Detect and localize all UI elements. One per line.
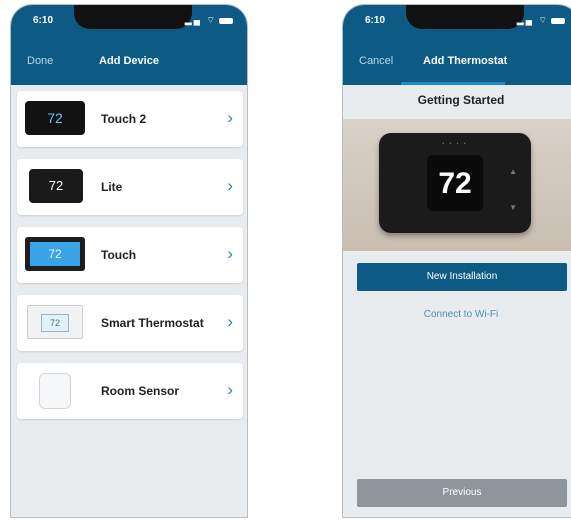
lite-thumb-temp: 72	[29, 169, 83, 203]
device-name: Room Sensor	[101, 384, 180, 398]
signal-wifi-battery-icons: ▂▄ ⌔	[185, 15, 233, 26]
previous-button[interactable]: Previous	[357, 479, 567, 507]
page-title: Add Device	[99, 55, 159, 67]
device-item-room-sensor[interactable]: Room Sensor ›	[17, 363, 243, 419]
touch-thumb-temp: 72	[30, 242, 80, 266]
room-sensor-thumbnail	[25, 373, 85, 409]
device-item-lite[interactable]: 72 Lite ›	[17, 159, 243, 215]
add-device-phone: 6:10 ▂▄ ⌔ Done Add Device 72 Touch 2 › 7…	[10, 4, 248, 518]
status-time: 6:10	[365, 15, 386, 26]
smart-thermostat-thumb-temp: 72	[41, 314, 69, 332]
device-item-smart-thermostat[interactable]: 72 Smart Thermostat ›	[17, 295, 243, 351]
device-item-touch[interactable]: 72 Touch ›	[17, 227, 243, 283]
device-name: Touch 2	[101, 112, 147, 126]
chevron-right-icon: ›	[227, 312, 233, 331]
chevron-right-icon: ›	[227, 108, 233, 127]
active-tab-indicator	[401, 82, 505, 85]
status-bar: 6:10 ▂▄ ⌔	[11, 5, 247, 35]
touch-thumbnail: 72	[25, 237, 85, 273]
page-title: Add Thermostat	[423, 55, 508, 67]
add-thermostat-phone: 6:10 ▂▄ ⌔ Cancel Add Thermostat Getting …	[342, 4, 571, 518]
signal-wifi-battery-icons: ▂▄ ⌔	[517, 15, 565, 26]
device-item-touch-2[interactable]: 72 Touch 2 ›	[17, 91, 243, 147]
thermostat-device: • • • • 72 ▲ ▼	[379, 133, 531, 233]
connect-to-wifi-link[interactable]: Connect to Wi-Fi	[343, 309, 571, 320]
getting-started-heading: Getting Started	[417, 93, 505, 107]
chevron-right-icon: ›	[227, 380, 233, 399]
device-temp: 72	[438, 167, 472, 200]
touch-2-thumb-temp: 72	[25, 101, 85, 135]
device-brand-mark: • • • •	[442, 141, 468, 147]
device-name: Lite	[101, 180, 123, 194]
touch-2-thumbnail: 72	[25, 101, 85, 137]
notch	[74, 5, 192, 29]
chevron-right-icon: ›	[227, 176, 233, 195]
device-name: Touch	[101, 248, 137, 262]
cancel-button[interactable]: Cancel	[359, 55, 393, 67]
smart-thermostat-thumbnail: 72	[25, 305, 85, 341]
status-bar: 6:10 ▂▄ ⌔	[343, 5, 571, 35]
new-installation-button[interactable]: New Installation	[357, 263, 567, 291]
status-time: 6:10	[33, 15, 54, 26]
nav-bar: Cancel Add Thermostat	[343, 35, 571, 85]
device-name: Smart Thermostat	[101, 316, 204, 330]
lite-thumbnail: 72	[25, 169, 85, 205]
up-arrow-icon: ▲	[509, 167, 517, 176]
device-screen: 72	[427, 155, 483, 211]
chevron-right-icon: ›	[227, 244, 233, 263]
nav-bar: Done Add Device	[11, 35, 247, 85]
down-arrow-icon: ▼	[509, 203, 517, 212]
notch	[406, 5, 524, 29]
thermostat-hero-image: • • • • 72 ▲ ▼	[343, 119, 571, 251]
